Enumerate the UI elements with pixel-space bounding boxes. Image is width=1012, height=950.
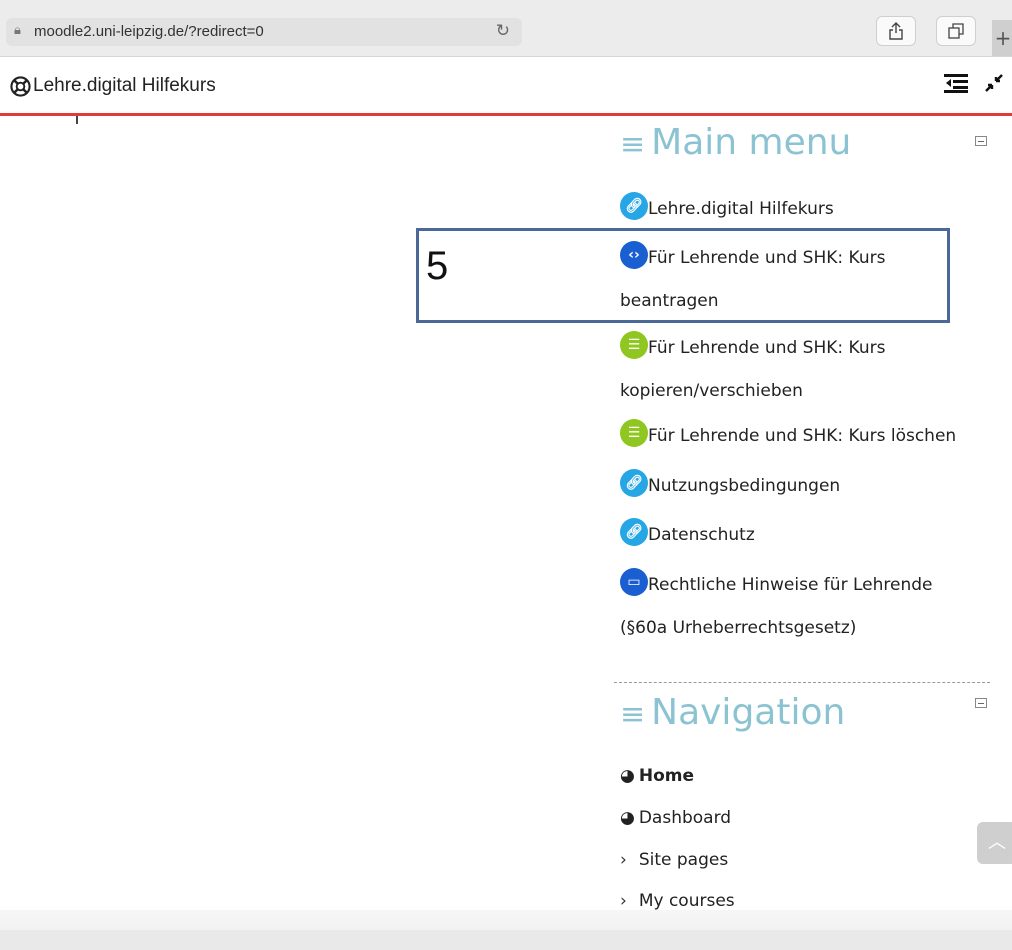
tabs-button[interactable] <box>936 16 976 46</box>
dashboard-gauge-icon: ◕ <box>620 808 635 828</box>
nav-item-home[interactable]: ◕ Home <box>620 764 694 788</box>
main-menu-item-hilfekurs[interactable]: 🔗︎ Lehre.digital Hilfekurs <box>620 188 980 231</box>
checklist-icon: ☰ <box>620 419 648 447</box>
chevron-right-icon: › <box>620 891 627 911</box>
block-divider <box>614 682 990 683</box>
nav-item-site-pages[interactable]: › Site pages <box>620 848 728 872</box>
new-tab-button[interactable]: + <box>992 20 1012 56</box>
main-menu-item-kurs-loeschen[interactable]: ☰ Für Lehrende und SHK: Kurs löschen <box>620 415 980 458</box>
main-menu-collapse-icon[interactable] <box>975 136 987 146</box>
nav-item-dashboard[interactable]: ◕ Dashboard <box>620 806 731 830</box>
main-menu-item-kurs-kopieren[interactable]: ☰ Für Lehrende und SHK: Kurs kopieren/ver… <box>620 327 980 413</box>
link-icon: 🔗︎ <box>620 518 648 546</box>
address-bar[interactable]: 🔒︎ moodle2.uni-leipzig.de/?redirect=0 ↻ <box>6 18 522 46</box>
main-menu-item-rechtliche-hinweise[interactable]: ▭ Rechtliche Hinweise für Lehrende (§60a … <box>620 564 980 650</box>
site-header: Lehre.digital Hilfekurs <box>0 57 1012 116</box>
dashboard-gauge-icon: ◕ <box>620 766 635 786</box>
navigation-title: ≡ Navigation <box>620 692 846 733</box>
lifebuoy-icon <box>10 75 31 97</box>
menu-icon: ≡ <box>620 127 646 162</box>
tabs-icon <box>948 23 964 39</box>
link-icon: 🔗︎ <box>620 469 648 497</box>
reload-icon[interactable]: ↻ <box>496 21 510 41</box>
lock-icon: 🔒︎ <box>14 22 21 37</box>
link-icon: 🔗︎ <box>620 192 648 220</box>
collapse-fullscreen-icon[interactable] <box>984 73 1004 98</box>
menu-icon: ≡ <box>620 697 646 732</box>
step-number: 5 <box>426 244 449 288</box>
share-button[interactable] <box>876 16 916 46</box>
main-menu-title: ≡ Main menu <box>620 122 852 163</box>
scroll-to-top-button[interactable]: ︿ <box>977 822 1012 864</box>
share-icon <box>889 22 903 40</box>
navigation-collapse-icon[interactable] <box>975 698 987 708</box>
page-icon: ▭ <box>620 568 648 596</box>
site-name: Lehre.digital Hilfekurs <box>33 75 216 96</box>
url-text: moodle2.uni-leipzig.de/?redirect=0 <box>34 23 264 40</box>
page-footer-edge <box>0 930 1012 950</box>
browser-toolbar: 🔒︎ moodle2.uni-leipzig.de/?redirect=0 ↻ … <box>0 0 1012 57</box>
sidebar-toggle-icon[interactable] <box>944 73 968 98</box>
chevron-up-icon: ︿ <box>988 832 1006 853</box>
site-brand[interactable]: Lehre.digital Hilfekurs <box>10 75 216 97</box>
content-marker <box>76 116 78 124</box>
highlight-box <box>416 228 950 323</box>
chevron-right-icon: › <box>620 850 627 870</box>
checklist-icon: ☰ <box>620 331 648 359</box>
main-menu-item-nutzungsbedingungen[interactable]: 🔗︎ Nutzungsbedingungen <box>620 465 980 508</box>
main-menu-item-datenschutz[interactable]: 🔗︎ Datenschutz <box>620 514 980 557</box>
